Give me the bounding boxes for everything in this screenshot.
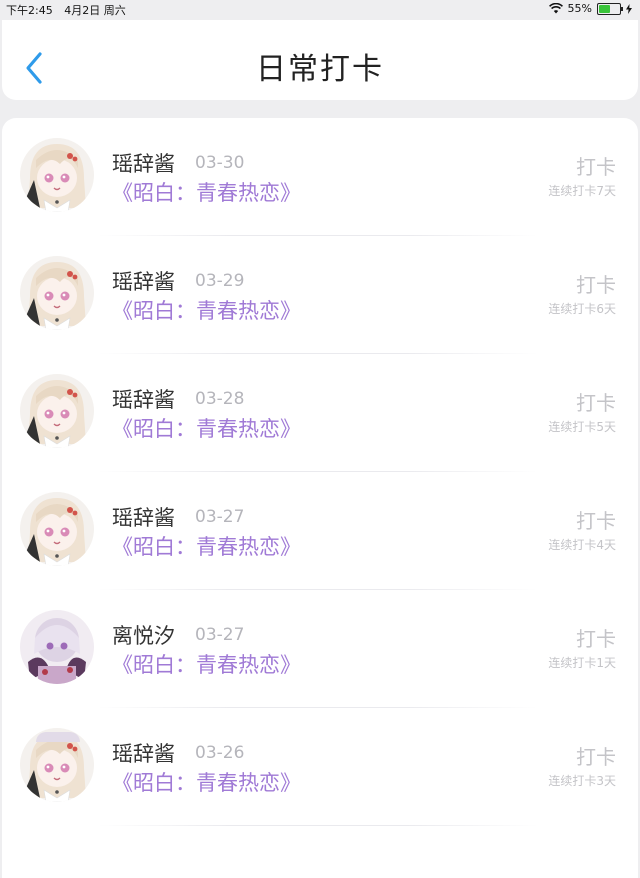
book-title-link[interactable]: 《昭白：青春热恋》 — [112, 649, 301, 679]
book-title-link[interactable]: 《昭白：青春热恋》 — [112, 767, 301, 797]
checkin-date: 03-29 — [195, 271, 245, 291]
page-title: 日常打卡 — [256, 52, 384, 87]
checkin-button[interactable]: 打卡 — [576, 387, 616, 416]
avatar-partial — [36, 732, 80, 742]
list-item[interactable]: 瑶辞酱 03-28 《昭白：青春热恋》 打卡 连续打卡5天 — [2, 354, 638, 472]
list-item[interactable]: 瑶辞酱 03-27 《昭白：青春热恋》 打卡 连续打卡4天 — [2, 472, 638, 590]
battery-icon — [597, 2, 623, 15]
checkin-button[interactable]: 打卡 — [576, 623, 616, 652]
status-date: 4月2日 周六 — [64, 4, 126, 17]
user-name: 瑶辞酱 — [112, 388, 175, 412]
checkin-date: 03-27 — [195, 625, 245, 645]
status-right: 55% — [548, 2, 632, 15]
user-name: 瑶辞酱 — [112, 506, 175, 530]
list-item[interactable]: 离悦汐 03-27 《昭白：青春热恋》 打卡 连续打卡1天 — [2, 590, 638, 708]
charging-bolt-icon — [626, 3, 632, 14]
checkin-list: 瑶辞酱 03-30 《昭白：青春热恋》 打卡 连续打卡7天 瑶辞酱 03-29 … — [2, 118, 638, 878]
status-left: 下午2:45 4月2日 周六 — [6, 2, 134, 18]
list-item[interactable]: 瑶辞酱 03-30 《昭白：青春热恋》 打卡 连续打卡7天 — [2, 118, 638, 236]
list-item[interactable]: 瑶辞酱 03-26 《昭白：青春热恋》 打卡 连续打卡3天 — [2, 708, 638, 826]
divider — [98, 825, 538, 826]
streak-count: 连续打卡6天 — [548, 302, 616, 316]
avatar[interactable] — [20, 492, 94, 566]
checkin-date: 03-28 — [195, 389, 245, 409]
status-bar: 下午2:45 4月2日 周六 55% — [0, 0, 640, 18]
status-time: 下午2:45 — [6, 4, 53, 17]
streak-count: 连续打卡3天 — [548, 774, 616, 788]
avatar[interactable] — [20, 374, 94, 448]
battery-fill — [599, 4, 610, 13]
checkin-button[interactable]: 打卡 — [576, 151, 616, 180]
avatar[interactable] — [20, 138, 94, 212]
book-title-link[interactable]: 《昭白：青春热恋》 — [112, 531, 301, 561]
streak-count: 连续打卡5天 — [548, 420, 616, 434]
user-name: 瑶辞酱 — [112, 152, 175, 176]
checkin-date: 03-30 — [195, 153, 245, 173]
checkin-date: 03-27 — [195, 507, 245, 527]
book-title-link[interactable]: 《昭白：青春热恋》 — [112, 295, 301, 325]
avatar[interactable] — [20, 256, 94, 330]
avatar[interactable] — [20, 610, 94, 684]
user-name: 瑶辞酱 — [112, 270, 175, 294]
checkin-button[interactable]: 打卡 — [576, 505, 616, 534]
battery-percent: 55% — [567, 2, 592, 15]
list-item[interactable]: 瑶辞酱 03-29 《昭白：青春热恋》 打卡 连续打卡6天 — [2, 236, 638, 354]
user-name: 离悦汐 — [112, 624, 175, 648]
user-name: 瑶辞酱 — [112, 742, 175, 766]
wifi-icon — [548, 3, 563, 14]
nav-bar: 日常打卡 — [2, 20, 638, 100]
streak-count: 连续打卡1天 — [548, 656, 616, 670]
checkin-button[interactable]: 打卡 — [576, 741, 616, 770]
checkin-button[interactable]: 打卡 — [576, 269, 616, 298]
book-title-link[interactable]: 《昭白：青春热恋》 — [112, 177, 301, 207]
streak-count: 连续打卡7天 — [548, 184, 616, 198]
checkin-date: 03-26 — [195, 743, 245, 763]
book-title-link[interactable]: 《昭白：青春热恋》 — [112, 413, 301, 443]
streak-count: 连续打卡4天 — [548, 538, 616, 552]
